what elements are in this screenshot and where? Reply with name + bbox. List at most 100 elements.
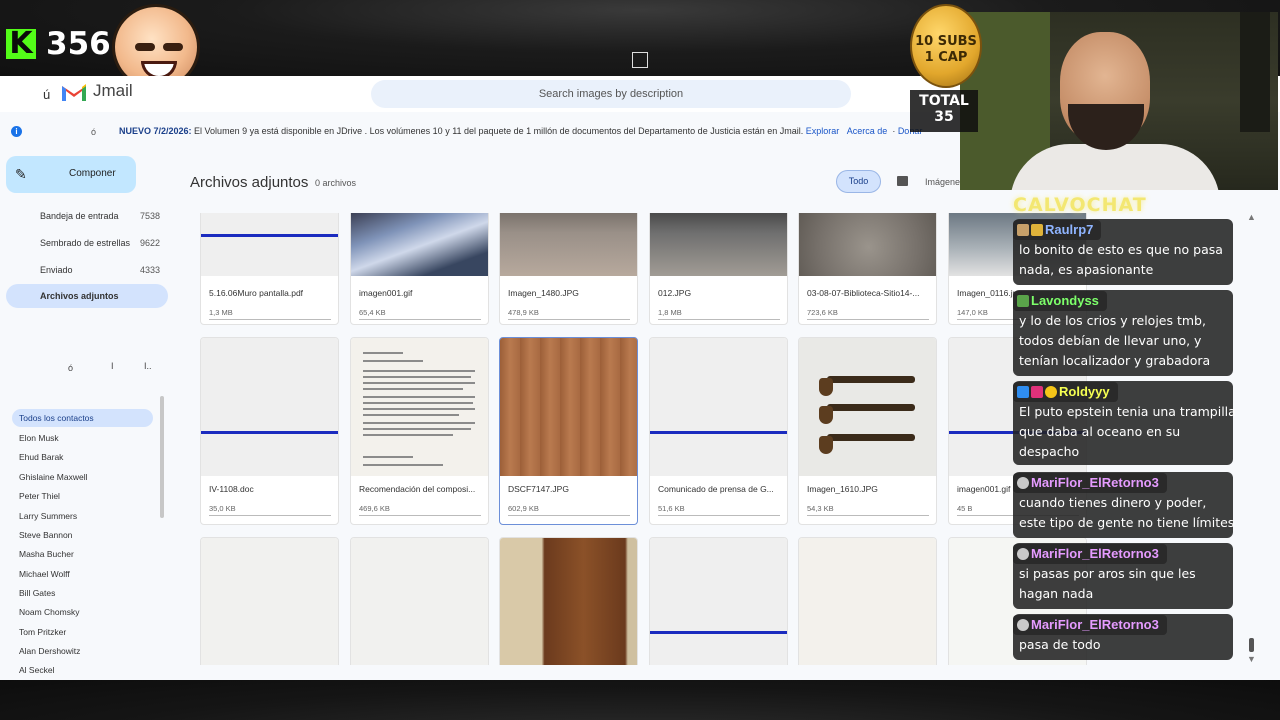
file-name: Imagen_1480.JPG bbox=[508, 288, 579, 298]
file-name: 5.16.06Muro pantalla.pdf bbox=[209, 288, 304, 298]
folder-label: Bandeja de entrada bbox=[40, 211, 119, 221]
sidebar-item-inbox[interactable]: Bandeja de entrada 7538 bbox=[6, 204, 168, 228]
file-thumbnail bbox=[351, 538, 488, 665]
contact-item[interactable]: Bill Gates bbox=[19, 588, 55, 598]
file-thumbnail bbox=[500, 538, 637, 665]
badge-icon bbox=[1017, 224, 1029, 236]
file-card[interactable] bbox=[649, 537, 788, 665]
coin-line-2: 1 CAP bbox=[924, 50, 968, 65]
file-count: 0 archivos bbox=[315, 178, 357, 188]
chat-title: CALVOCHAT bbox=[1013, 194, 1147, 216]
brand-accent: ú bbox=[43, 87, 51, 102]
chat-user-name: Raulrp7 bbox=[1045, 222, 1094, 237]
file-card[interactable]: Imagen_1480.JPG 478,9 KB bbox=[499, 213, 638, 325]
chat-username: MariFlor_ElRetorno3 bbox=[1013, 473, 1167, 493]
contact-item[interactable]: Masha Bucher bbox=[19, 549, 74, 559]
file-size: 602,9 KB bbox=[508, 504, 539, 513]
file-name: DSCF7147.JPG bbox=[508, 484, 569, 494]
pencil-icon: ✎ bbox=[15, 166, 27, 182]
contact-item[interactable]: Tom Pritzker bbox=[19, 627, 66, 637]
file-thumbnail bbox=[500, 338, 637, 476]
file-card[interactable]: Recomendación del composi... 469,6 KB bbox=[350, 337, 489, 525]
sidebar-item-starred[interactable]: Sembrado de estrellas 9622 bbox=[6, 231, 168, 255]
total-label: TOTAL bbox=[919, 93, 969, 109]
contact-item[interactable]: Al Seckel bbox=[19, 665, 54, 675]
chat-user-name: Lavondyss bbox=[1031, 293, 1099, 308]
badge-icon bbox=[1031, 224, 1043, 236]
coin-line-1: 10 SUBS bbox=[915, 34, 977, 49]
sidebar-icon-1[interactable]: ó bbox=[68, 363, 73, 373]
sidebar-item-sent[interactable]: Enviado 4333 bbox=[6, 258, 168, 282]
sidebar-scrollbar[interactable] bbox=[160, 396, 164, 518]
chat-scrollbar[interactable] bbox=[1249, 638, 1254, 652]
file-thumbnail bbox=[650, 338, 787, 476]
gmail-logo-icon bbox=[62, 84, 86, 101]
chat-text: y lo de los crios y relojes tmb, todos d… bbox=[1019, 313, 1211, 368]
sidebar-icon-3[interactable]: I.. bbox=[144, 361, 152, 371]
chat-text: El puto epstein tenia una trampilla que … bbox=[1019, 404, 1236, 459]
sidebar-icon-2[interactable]: I bbox=[111, 361, 114, 371]
file-card[interactable]: IV-1108.doc 35,0 KB bbox=[200, 337, 339, 525]
total-value: 35 bbox=[934, 109, 954, 125]
contact-item[interactable]: Elon Musk bbox=[19, 433, 59, 443]
info-icon: i bbox=[11, 126, 22, 137]
file-thumbnail bbox=[500, 213, 637, 276]
file-card[interactable] bbox=[499, 537, 638, 665]
file-card[interactable]: 03-08-07-Biblioteca-Sitio14-... 723,6 KB bbox=[798, 213, 937, 325]
about-link[interactable]: Acerca de bbox=[847, 126, 888, 136]
badge-icon bbox=[1045, 386, 1057, 398]
chat-user-name: MariFlor_ElRetorno3 bbox=[1031, 617, 1159, 632]
kick-logo-icon: K bbox=[6, 29, 36, 59]
file-size: 45 B bbox=[957, 504, 973, 513]
contacts-header[interactable]: Todos los contactos bbox=[12, 409, 153, 427]
file-card[interactable] bbox=[350, 537, 489, 665]
chat-user-name: MariFlor_ElRetorno3 bbox=[1031, 475, 1159, 490]
file-size: 1,8 MB bbox=[658, 308, 682, 317]
subs-goal-coin: 10 SUBS 1 CAP bbox=[910, 4, 982, 88]
file-name: Recomendación del composi... bbox=[359, 484, 476, 494]
file-size: 65,4 KB bbox=[359, 308, 386, 317]
file-name: 012.JPG bbox=[658, 288, 692, 298]
filter-images-chip[interactable]: Imágene bbox=[925, 177, 960, 187]
badge-icon bbox=[1031, 386, 1043, 398]
file-card[interactable]: 012.JPG 1,8 MB bbox=[649, 213, 788, 325]
compose-button[interactable]: ✎ Componer bbox=[6, 156, 136, 193]
file-card[interactable]: 5.16.06Muro pantalla.pdf 1,3 MB bbox=[200, 213, 339, 325]
file-size: 35,0 KB bbox=[209, 504, 236, 513]
compose-label: Componer bbox=[69, 168, 116, 179]
chat-scroll-up-icon[interactable]: ▲ bbox=[1247, 212, 1256, 222]
contact-item[interactable]: Steve Bannon bbox=[19, 530, 72, 540]
contact-item[interactable]: Ehud Barak bbox=[19, 452, 63, 462]
folder-count: 9622 bbox=[139, 238, 160, 248]
file-size: 469,6 KB bbox=[359, 504, 390, 513]
file-name: imagen001.gif bbox=[359, 288, 413, 298]
file-card[interactable] bbox=[798, 537, 937, 665]
chat-scroll-down-icon[interactable]: ▼ bbox=[1247, 654, 1256, 664]
chat-username: Roldyyy bbox=[1013, 382, 1118, 402]
explore-link[interactable]: Explorar bbox=[806, 126, 840, 136]
filter-all-chip[interactable]: Todo bbox=[836, 170, 881, 193]
file-card[interactable]: imagen001.gif 65,4 KB bbox=[350, 213, 489, 325]
sidebar-item-attachments[interactable]: Archivos adjuntos bbox=[6, 284, 168, 308]
contact-item[interactable]: Noam Chomsky bbox=[19, 607, 79, 617]
badge-icon bbox=[1017, 477, 1029, 489]
file-name: 03-08-07-Biblioteca-Sitio14-... bbox=[807, 288, 920, 298]
contact-item[interactable]: Ghislaine Maxwell bbox=[19, 472, 88, 482]
badge-icon bbox=[1017, 295, 1029, 307]
search-input[interactable]: Search images by description bbox=[371, 80, 851, 108]
file-card[interactable]: DSCF7147.JPG 602,9 KB bbox=[499, 337, 638, 525]
file-card[interactable]: Imagen_1610.JPG 54,3 KB bbox=[798, 337, 937, 525]
window-square-icon bbox=[632, 52, 648, 68]
file-thumbnail bbox=[351, 213, 488, 276]
contact-item[interactable]: Michael Wolff bbox=[19, 569, 70, 579]
contact-item[interactable]: Alan Dershowitz bbox=[19, 646, 80, 656]
folder-label: Sembrado de estrellas bbox=[40, 238, 131, 248]
contact-item[interactable]: Larry Summers bbox=[19, 511, 77, 521]
webcam-feed bbox=[960, 12, 1278, 190]
file-card[interactable] bbox=[200, 537, 339, 665]
file-thumbnail bbox=[201, 338, 338, 476]
file-card[interactable]: Comunicado de prensa de G... 51,6 KB bbox=[649, 337, 788, 525]
viewer-count: 356 bbox=[46, 26, 111, 62]
contact-item[interactable]: Peter Thiel bbox=[19, 491, 60, 501]
chat-text: pasa de todo bbox=[1019, 637, 1101, 652]
